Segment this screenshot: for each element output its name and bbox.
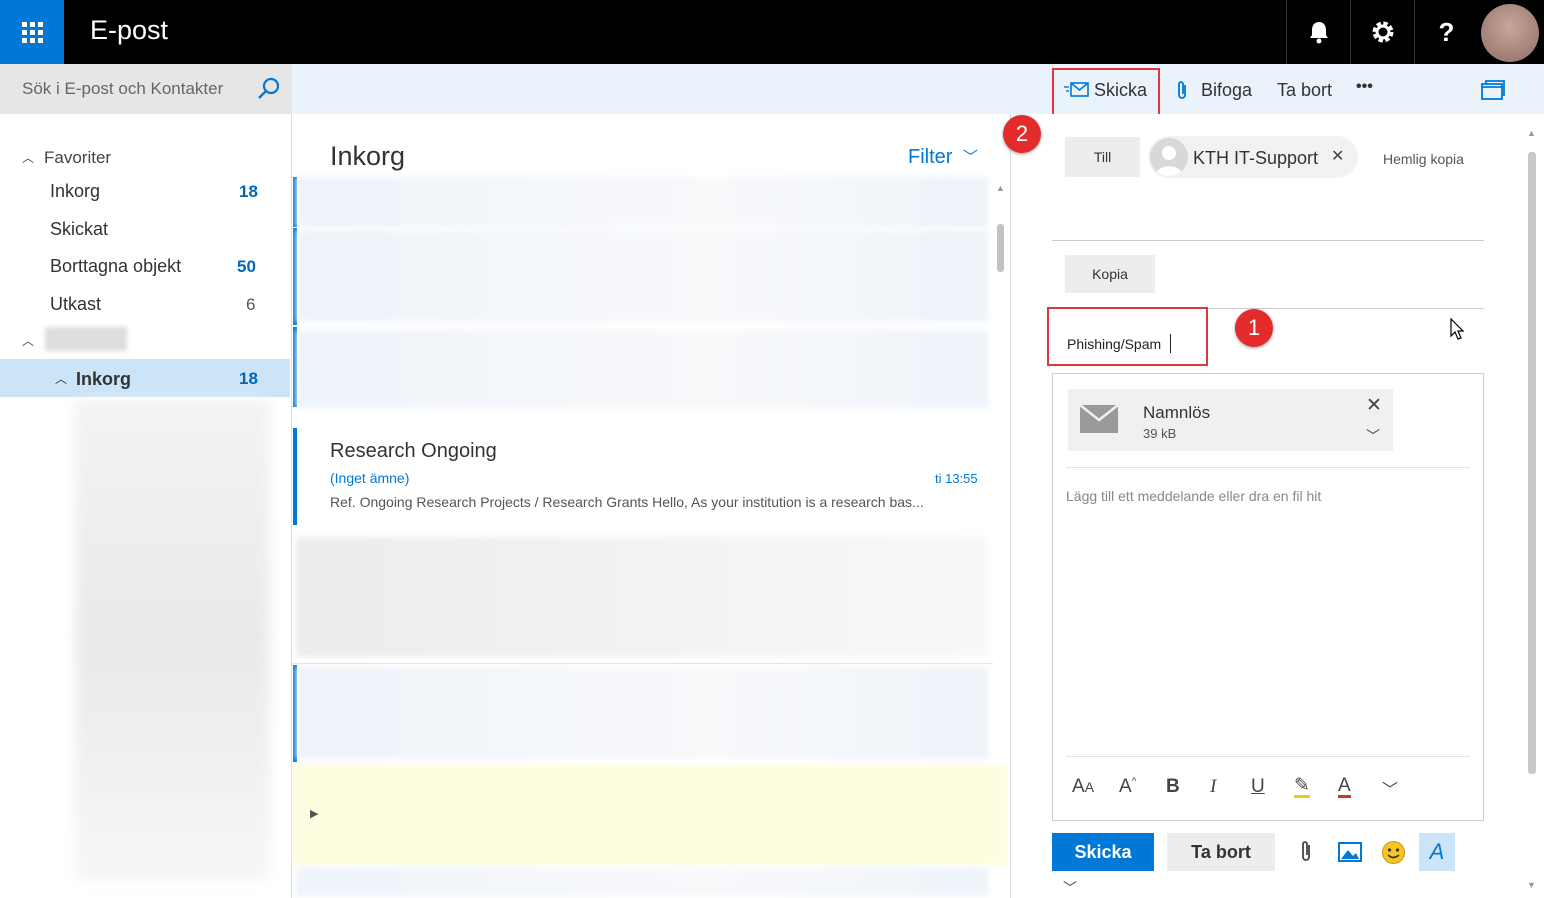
- remove-attachment-icon[interactable]: ✕: [1366, 394, 1382, 417]
- font-color-icon[interactable]: A: [1338, 776, 1351, 798]
- annotation-badge-1: 1: [1235, 309, 1273, 347]
- envelope-icon: [1079, 404, 1119, 438]
- subfolder-list-redacted: [75, 400, 270, 880]
- message-subject: (Inget ämne): [330, 470, 410, 486]
- sidebar-item-inbox[interactable]: Inkorg: [50, 181, 100, 202]
- toolbar-attach-button[interactable]: Bifoga: [1201, 80, 1252, 101]
- sidebar-item-sent[interactable]: Skickat: [50, 219, 108, 240]
- bold-icon[interactable]: B: [1166, 776, 1180, 798]
- text-cursor: [1170, 334, 1171, 353]
- favorites-header[interactable]: Favoriter: [44, 148, 111, 168]
- chevron-down-icon[interactable]: ﹀: [1366, 426, 1380, 446]
- mouse-pointer-icon: [1449, 317, 1465, 345]
- avatar[interactable]: [1481, 4, 1539, 62]
- recipient-name: KTH IT-Support: [1193, 148, 1319, 168]
- underline-icon[interactable]: U: [1251, 776, 1265, 798]
- compose-scrollbar-thumb[interactable]: [1528, 152, 1536, 774]
- chevron-up-icon[interactable]: ︿: [22, 149, 34, 166]
- more-options-button[interactable]: •••: [1356, 78, 1373, 96]
- scroll-up-arrow[interactable]: ▲: [1527, 128, 1536, 138]
- italic-icon[interactable]: I: [1210, 776, 1216, 798]
- insert-picture-icon[interactable]: [1338, 842, 1362, 867]
- list-scrollbar-thumb[interactable]: [997, 224, 1004, 272]
- grow-font-icon[interactable]: A^: [1119, 776, 1136, 798]
- message-row-redacted[interactable]: [296, 537, 988, 657]
- sidebar-account-inbox-count: 18: [239, 369, 258, 388]
- format-toolbar-divider: [1066, 756, 1470, 757]
- sidebar-item-deleted[interactable]: Borttagna objekt: [50, 256, 181, 277]
- chevron-up-icon: ︿: [55, 372, 68, 386]
- subject-input[interactable]: Phishing/Spam: [1067, 336, 1161, 352]
- bell-icon[interactable]: [1286, 0, 1350, 64]
- to-field-underline: [1052, 240, 1484, 241]
- toolbar-delete-button[interactable]: Ta bort: [1277, 80, 1332, 101]
- chevron-down-icon[interactable]: ﹀: [963, 146, 978, 167]
- message-row-flagged-redacted[interactable]: [293, 765, 1008, 865]
- sidebar-item-drafts[interactable]: Utkast: [50, 294, 101, 315]
- message-row-redacted[interactable]: [296, 330, 988, 408]
- list-divider: [293, 663, 993, 664]
- message-preview: Ref. Ongoing Research Projects / Researc…: [330, 494, 924, 510]
- bcc-link[interactable]: Hemlig kopia: [1383, 151, 1464, 167]
- popout-icon[interactable]: [1480, 79, 1506, 106]
- waffle-icon[interactable]: [0, 0, 64, 64]
- remove-recipient-icon[interactable]: ✕: [1331, 146, 1344, 166]
- search-input[interactable]: Sök i E-post och Kontakter: [22, 79, 223, 99]
- sidebar-count-deleted: 50: [237, 257, 256, 276]
- paperclip-icon[interactable]: [1298, 840, 1314, 869]
- paperclip-icon: [1174, 80, 1190, 107]
- search-icon[interactable]: [256, 76, 282, 102]
- to-button[interactable]: Till: [1065, 137, 1140, 177]
- help-icon[interactable]: ?: [1414, 0, 1478, 64]
- expand-arrow-icon[interactable]: ▶: [310, 807, 318, 820]
- format-options-icon[interactable]: A: [1419, 833, 1455, 871]
- app-title: E-post: [90, 15, 169, 45]
- message-sender: Research Ongoing: [330, 440, 497, 462]
- gear-icon[interactable]: [1350, 0, 1414, 64]
- scroll-up-arrow[interactable]: ▲: [996, 183, 1005, 193]
- attachment-size: 39 kB: [1143, 426, 1177, 441]
- sidebar-count-inbox: 18: [239, 182, 258, 201]
- person-icon: [1150, 138, 1188, 176]
- toolbar-send-button[interactable]: Skicka: [1094, 80, 1147, 101]
- highlight-icon[interactable]: ✎: [1294, 776, 1310, 798]
- attachment-name: Namnlös: [1143, 403, 1211, 422]
- chevron-up-icon[interactable]: ︿: [22, 332, 34, 349]
- chevron-down-icon[interactable]: ﹀: [1063, 878, 1077, 898]
- body-divider: [1066, 467, 1470, 468]
- message-time: ti 13:55: [935, 471, 978, 486]
- sidebar-count-drafts: 6: [246, 295, 256, 314]
- message-row-redacted[interactable]: [296, 868, 988, 896]
- message-list-title: Inkorg: [330, 141, 406, 171]
- message-row-redacted[interactable]: [296, 667, 988, 759]
- chevron-down-icon[interactable]: ﹀: [1382, 776, 1398, 800]
- send-icon: [1064, 81, 1090, 104]
- sidebar-account-inbox-label: Inkorg: [76, 369, 132, 389]
- message-body-input[interactable]: Lägg till ett meddelande eller dra en fi…: [1066, 488, 1321, 504]
- message-row-redacted[interactable]: [296, 230, 988, 322]
- font-size-icon[interactable]: AA: [1072, 776, 1094, 798]
- send-button[interactable]: Skicka: [1052, 833, 1154, 871]
- filter-button[interactable]: Filter: [908, 146, 952, 169]
- scroll-down-arrow[interactable]: ▼: [1527, 880, 1536, 890]
- cc-button[interactable]: Kopia: [1065, 255, 1155, 293]
- annotation-badge-2: 2: [1003, 115, 1041, 153]
- account-name-redacted: [45, 327, 127, 351]
- message-row-redacted[interactable]: [296, 177, 988, 227]
- emoji-icon[interactable]: [1381, 840, 1406, 870]
- discard-button[interactable]: Ta bort: [1167, 833, 1275, 871]
